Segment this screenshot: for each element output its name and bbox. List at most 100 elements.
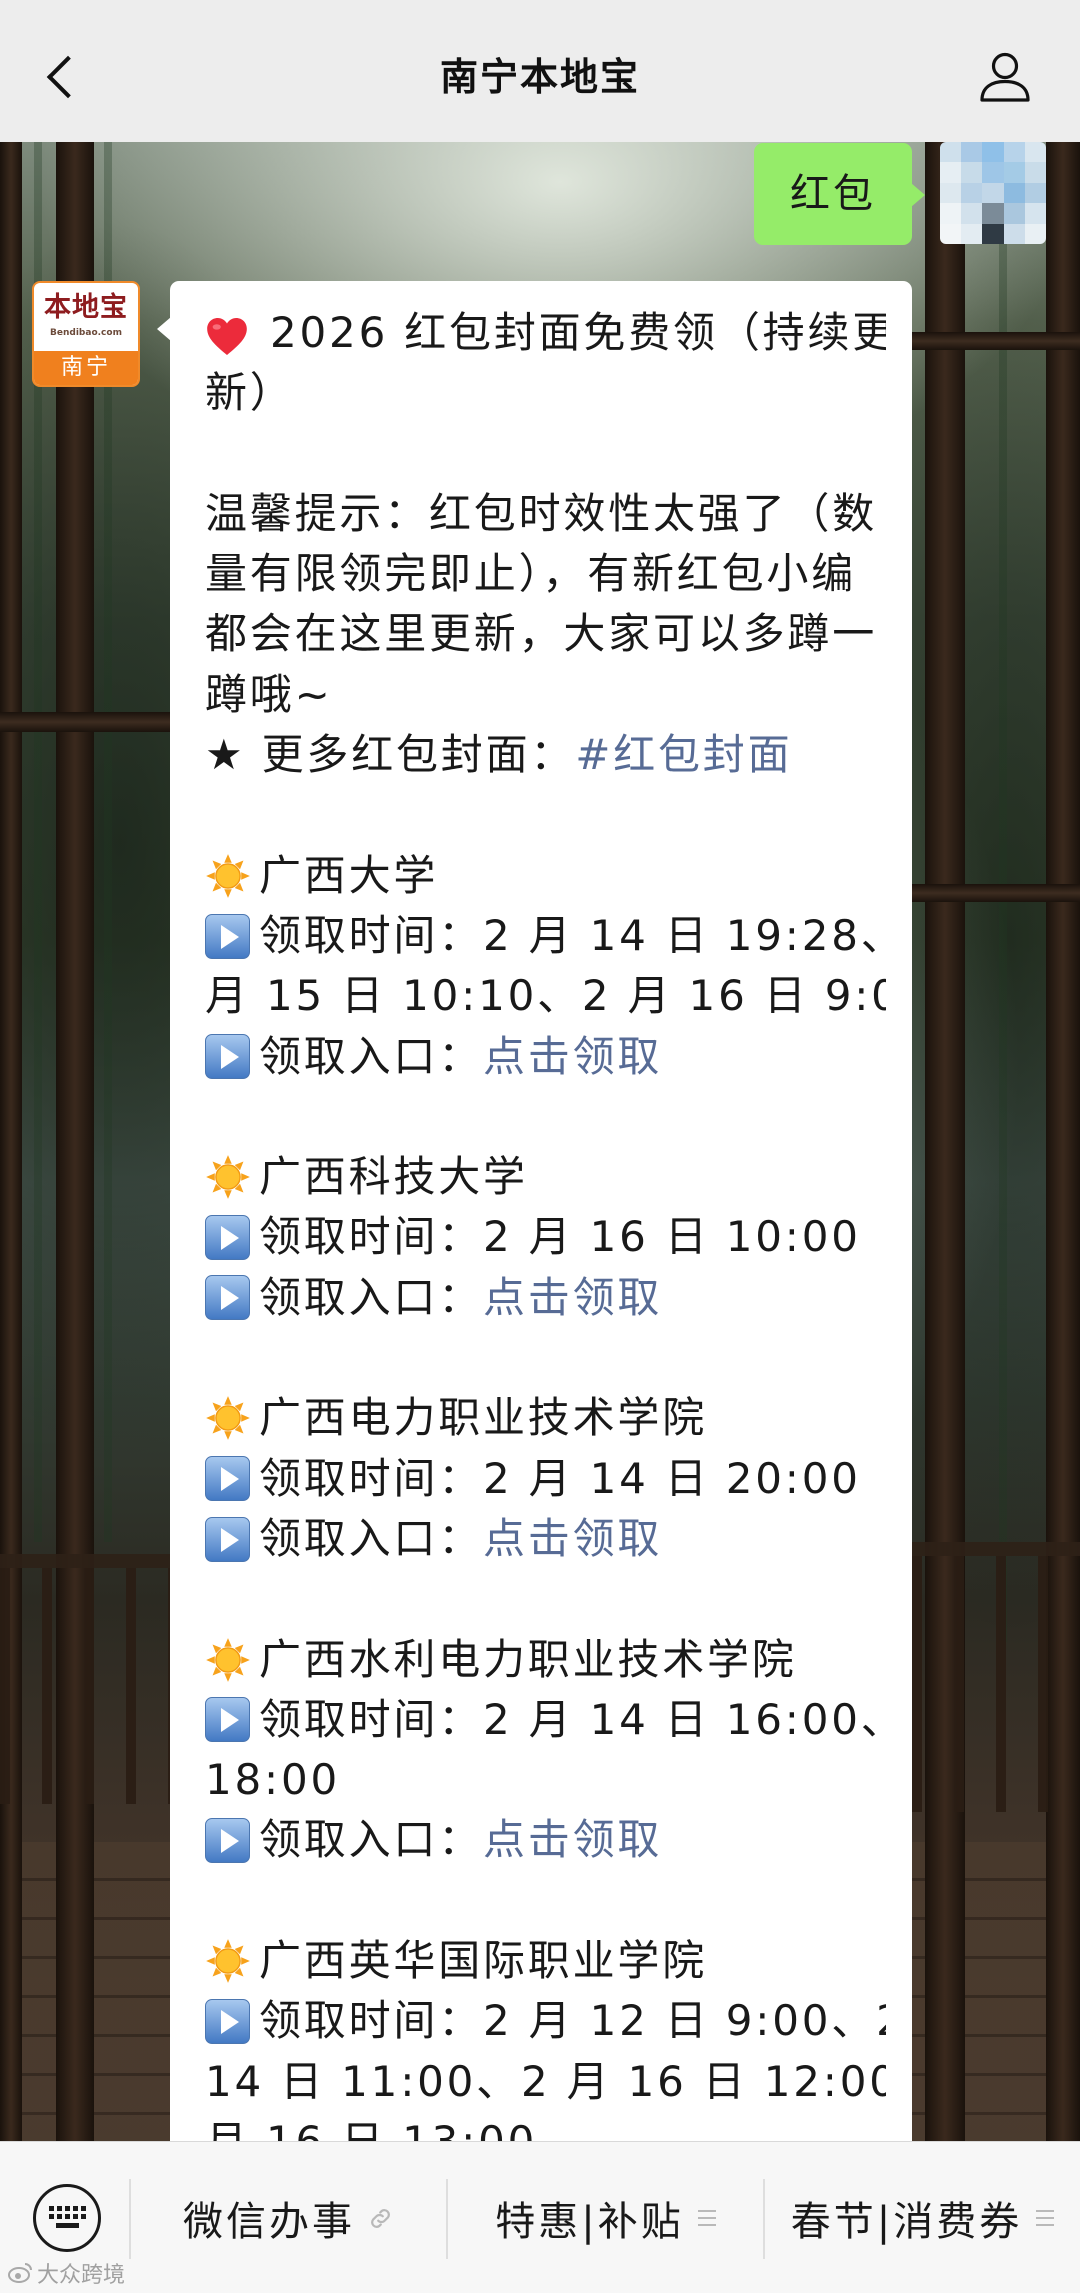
claim-time-line: 14 日 11:00、2 月 16 日 12:00、2 [205,2052,886,2112]
chevron-left-icon [46,55,90,99]
play-button-icon [205,1697,250,1743]
window-frame [0,712,170,732]
avatar-pixel [1003,162,1025,183]
university-name-line: 广西大学 [205,846,886,906]
menu-item-discounts[interactable]: 特惠|补贴 [448,2178,763,2258]
claim-time-line: 领取时间：2 月 12 日 9:00、2 月 [205,1991,886,2051]
avatar-pixel [1003,223,1025,244]
message-title-text: 新） [205,368,295,418]
claim-time-line: 月 16 日 13:00 [205,2112,886,2141]
top-bar: 南宁本地宝 [0,0,1080,142]
sent-message-bubble[interactable]: 红包 [754,143,925,245]
sun-icon [205,1395,251,1441]
claim-time: 月 16 日 13:00 [205,2112,537,2141]
avatar-pixel [1024,142,1046,163]
avatar-pixel [982,203,1004,224]
claim-time: 领取时间：2 月 14 日 20:00 [259,1453,861,1503]
claim-entry-label: 领取入口： [259,1272,484,1322]
tip-text: 都会在这里更新，大家可以多蹲一 [205,609,878,659]
avatar-pixel [940,182,962,204]
claim-time-line: 领取时间：2 月 14 日 19:28、2 [205,906,886,966]
keyboard-icon [33,2184,101,2252]
claim-link[interactable]: 点击领取 [483,1810,662,1870]
profile-button[interactable] [970,44,1042,110]
menu-item-label: 春节|消费券 [790,2199,1023,2245]
claim-time: 18:00 [205,1755,341,1805]
tip-line: 量有限领完即止），有新红包小编 [205,544,886,604]
watermark: 大众跨境 [7,2258,125,2288]
menu-item-spring-vouchers[interactable]: 春节|消费券 [765,2178,1080,2258]
claim-link[interactable]: 点击领取 [483,1509,662,1569]
university-name-line: 广西水利电力职业技术学院 [205,1630,886,1690]
play-button-icon [205,1998,250,2044]
avatar-pixel [961,142,983,163]
tip-line: 都会在这里更新，大家可以多蹲一 [205,604,886,664]
play-button-icon [205,1456,250,1502]
claim-time-line: 领取时间：2 月 16 日 10:00 [205,1207,886,1267]
message-title-text: 2026 红包封面免费领（持续更 [270,308,886,357]
claim-entry-line: 领取入口： 点击领取 [205,1268,886,1328]
watermark-text: 大众跨境 [37,2263,126,2288]
background-railing [912,1542,1080,1812]
sun-icon [205,1637,251,1683]
tip-line: 温馨提示：红包时效性太强了（数 [205,484,886,544]
avatar-pixel [982,182,1004,204]
more-covers-line: ★ 更多红包封面： #红包封面 [205,725,886,785]
claim-entry-line: 领取入口： 点击领取 [205,1027,886,1087]
claim-time: 领取时间：2 月 16 日 10:00 [259,1212,861,1262]
avatar-pixel [1003,142,1025,163]
message-body: 2026 红包封面免费领（持续更新） 温馨提示：红包时效性太强了（数量有限领完即止… [205,303,886,2141]
more-covers-label: ★ 更多红包封面： [205,730,576,780]
account-avatar[interactable]: 本地宝 Bendibao.com 南宁 [32,281,140,387]
tip-text: 温馨提示：红包时效性太强了（数 [205,488,878,538]
user-avatar[interactable] [940,142,1046,244]
claim-link[interactable]: 点击领取 [483,1268,662,1328]
hashtag-link[interactable]: #红包封面 [575,725,792,785]
claim-time: 领取时间：2 月 12 日 9:00、2 月 [259,1996,886,2046]
university-name-line: 广西科技大学 [205,1147,886,1207]
tip-text: 蹲哦~ [205,669,333,719]
claim-entry-label: 领取入口： [259,1513,484,1563]
play-button-icon [205,1034,250,1080]
window-frame [1046,142,1080,2141]
message-title-line: 2026 红包封面免费领（持续更 [205,303,886,363]
university-name-line: 广西英华国际职业学院 [205,1931,886,1991]
avatar-pixel [982,223,1004,244]
page-title: 南宁本地宝 [439,55,640,99]
window-frame [912,884,1080,902]
menu-lines-icon [1036,2210,1055,2226]
avatar-pixel [1003,182,1025,204]
claim-link[interactable]: 点击领取 [483,1027,662,1087]
menu-item-wechat-services[interactable]: 微信办事 [131,2178,446,2258]
claim-entry-label: 领取入口： [259,1031,484,1081]
window-frame [925,142,965,2141]
avatar-pixel [961,162,983,183]
university-name: 广西电力职业技术学院 [259,1393,708,1443]
avatar-pixel [940,223,962,244]
avatar-pixel [1024,162,1046,183]
link-icon [371,2208,390,2228]
back-button[interactable] [30,40,90,112]
avatar-pixel [1024,203,1046,224]
sun-icon [205,1154,251,1200]
avatar-pixel [961,182,983,204]
play-button-icon [205,1818,250,1864]
bottom-menu-bar: 微信办事 特惠|补贴 春节|消费券 大众跨境 [0,2141,1080,2293]
chat-area[interactable]: 红包 本地宝 Bendibao.com 南宁 2026 红包封面免费领（持续更新… [0,142,1080,2141]
university-name: 广西科技大学 [259,1152,528,1202]
window-frame [56,142,94,2141]
keyboard-toggle-button[interactable] [32,2183,102,2253]
logo-domain: Bendibao.com [50,328,122,338]
university-name: 广西大学 [259,850,439,900]
claim-time: 领取时间：2 月 14 日 19:28、2 [259,910,886,960]
received-message-bubble[interactable]: 2026 红包封面免费领（持续更新） 温馨提示：红包时效性太强了（数量有限领完即止… [157,281,912,2141]
avatar-pixel [961,203,983,224]
avatar-pixel [940,203,962,224]
sun-icon [205,853,251,899]
play-button-icon [205,1215,250,1261]
claim-time-line: 18:00 [205,1750,886,1810]
